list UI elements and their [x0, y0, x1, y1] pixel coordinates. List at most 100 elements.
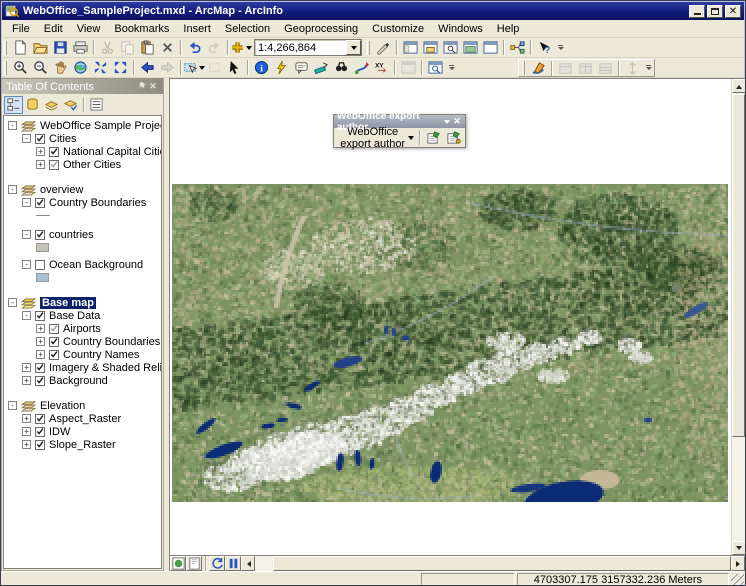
close-button[interactable]: ✕	[725, 4, 741, 18]
layer-label[interactable]: Imagery & Shaded Relief Layers	[49, 362, 161, 374]
list-by-visibility-button[interactable]	[42, 96, 61, 114]
menu-selection[interactable]: Selection	[218, 22, 277, 36]
toolbar-overflow-button[interactable]	[447, 60, 456, 76]
dataframe-label[interactable]: Elevation	[40, 400, 85, 412]
refresh-button[interactable]	[209, 556, 225, 571]
wo-window-button[interactable]	[555, 59, 575, 77]
layer-label[interactable]: Ocean Background	[49, 259, 143, 271]
pause-button[interactable]	[225, 556, 241, 571]
expand-icon[interactable]: +	[22, 376, 31, 385]
wo-columns-button[interactable]	[575, 59, 595, 77]
layer-visibility-checkbox[interactable]	[35, 259, 45, 270]
new-document-button[interactable]	[10, 39, 30, 57]
expand-icon[interactable]: +	[22, 414, 31, 423]
layer-visibility-checkbox[interactable]	[35, 197, 45, 208]
wo-edit-button[interactable]	[528, 59, 548, 77]
scroll-right-button[interactable]	[731, 556, 745, 571]
layer-label[interactable]: Cities	[49, 133, 77, 145]
magnifier-window-button[interactable]	[425, 59, 445, 77]
toc-pin-button[interactable]	[135, 81, 147, 92]
scroll-up-button[interactable]	[732, 79, 745, 93]
map-image[interactable]	[172, 184, 728, 502]
layer-visibility-checkbox[interactable]	[35, 375, 45, 386]
fixed-zoom-in-button[interactable]	[90, 59, 110, 77]
weboffice-export-author-menu-button[interactable]: WebOffice export author	[336, 126, 416, 150]
menu-geoprocessing[interactable]: Geoprocessing	[277, 22, 365, 36]
expand-icon[interactable]: +	[36, 350, 45, 359]
find-route-button[interactable]	[351, 59, 371, 77]
catalog-window-button[interactable]	[420, 39, 440, 57]
floating-toolbar-menu-button[interactable]	[442, 116, 452, 127]
undo-button[interactable]	[184, 39, 204, 57]
layer-label[interactable]: National Capital Cities	[63, 146, 161, 158]
collapse-icon[interactable]: -	[22, 311, 31, 320]
toc-window-button[interactable]	[400, 39, 420, 57]
maximize-button[interactable]	[707, 4, 723, 18]
layer-label[interactable]: Other Cities	[63, 159, 121, 171]
go-to-xy-button[interactable]: XY	[371, 59, 391, 77]
blank-window-button[interactable]	[480, 39, 500, 57]
layer-visibility-checkbox[interactable]	[49, 336, 59, 347]
html-popup-button[interactable]	[291, 59, 311, 77]
export-config-button[interactable]	[423, 129, 443, 147]
scroll-down-button[interactable]	[732, 541, 745, 555]
menu-insert[interactable]: Insert	[176, 22, 218, 36]
collapse-icon[interactable]: -	[22, 260, 31, 269]
copy-button[interactable]	[117, 39, 137, 57]
toc-close-button[interactable]: ✕	[147, 81, 159, 92]
clear-selection-button[interactable]	[204, 59, 224, 77]
legend-swatch-fill-blue[interactable]	[36, 273, 49, 282]
layout-view-button[interactable]	[186, 556, 202, 571]
save-button[interactable]	[50, 39, 70, 57]
expand-icon[interactable]: +	[36, 337, 45, 346]
toolbar-overflow-button[interactable]	[556, 40, 565, 56]
vertical-scrollbar[interactable]	[731, 79, 745, 555]
list-by-drawing-order-button[interactable]	[4, 95, 23, 114]
layer-label[interactable]: Background	[49, 375, 108, 387]
hyperlink-button[interactable]	[271, 59, 291, 77]
search-window-button[interactable]	[440, 39, 460, 57]
collapse-icon[interactable]: -	[22, 230, 31, 239]
expand-icon[interactable]: +	[22, 363, 31, 372]
viewer-button[interactable]	[398, 59, 418, 77]
menu-view[interactable]: View	[70, 22, 108, 36]
measure-button[interactable]	[311, 59, 331, 77]
scale-dropdown-button[interactable]	[346, 40, 361, 55]
scroll-left-button[interactable]	[241, 556, 255, 571]
find-button[interactable]	[331, 59, 351, 77]
layer-label[interactable]: IDW	[49, 426, 70, 438]
horizontal-scrollbar[interactable]	[241, 556, 745, 571]
vertical-scroll-thumb[interactable]	[732, 94, 745, 437]
go-forward-button[interactable]	[157, 59, 177, 77]
layer-visibility-checkbox[interactable]	[49, 159, 59, 170]
collapse-icon[interactable]: -	[8, 298, 17, 307]
menu-customize[interactable]: Customize	[365, 22, 431, 36]
zoom-in-button[interactable]	[10, 59, 30, 77]
resize-grip[interactable]	[731, 574, 744, 585]
layer-visibility-checkbox[interactable]	[35, 439, 45, 450]
layer-visibility-checkbox[interactable]	[49, 349, 59, 360]
toolbar-grip[interactable]	[4, 60, 7, 75]
select-features-button[interactable]	[184, 59, 205, 77]
expand-icon[interactable]: +	[22, 440, 31, 449]
collapse-icon[interactable]: -	[8, 121, 17, 130]
dataframe-label[interactable]: Base map	[40, 296, 96, 309]
export-project-button[interactable]	[443, 129, 463, 147]
floating-toolbar-close-button[interactable]: ✕	[452, 116, 462, 127]
list-by-selection-button[interactable]	[61, 96, 80, 114]
collapse-icon[interactable]: -	[22, 134, 31, 143]
legend-swatch-fill-gray[interactable]	[36, 243, 49, 252]
layer-label[interactable]: Base Data	[49, 310, 100, 322]
layer-visibility-checkbox[interactable]	[49, 146, 59, 157]
layer-label[interactable]: Aspect_Raster	[49, 413, 121, 425]
layer-label[interactable]: Country Names	[63, 349, 139, 361]
pan-button[interactable]	[50, 59, 70, 77]
layer-label[interactable]: countries	[49, 229, 94, 241]
map-view[interactable]: WebOffice export author ✕ WebOffice expo…	[169, 78, 745, 556]
go-back-button[interactable]	[137, 59, 157, 77]
layer-label[interactable]: Airports	[63, 323, 101, 335]
fixed-zoom-out-button[interactable]	[110, 59, 130, 77]
collapse-icon[interactable]: -	[8, 401, 17, 410]
whats-this-button[interactable]: ?	[534, 39, 554, 57]
menu-edit[interactable]: Edit	[37, 22, 70, 36]
